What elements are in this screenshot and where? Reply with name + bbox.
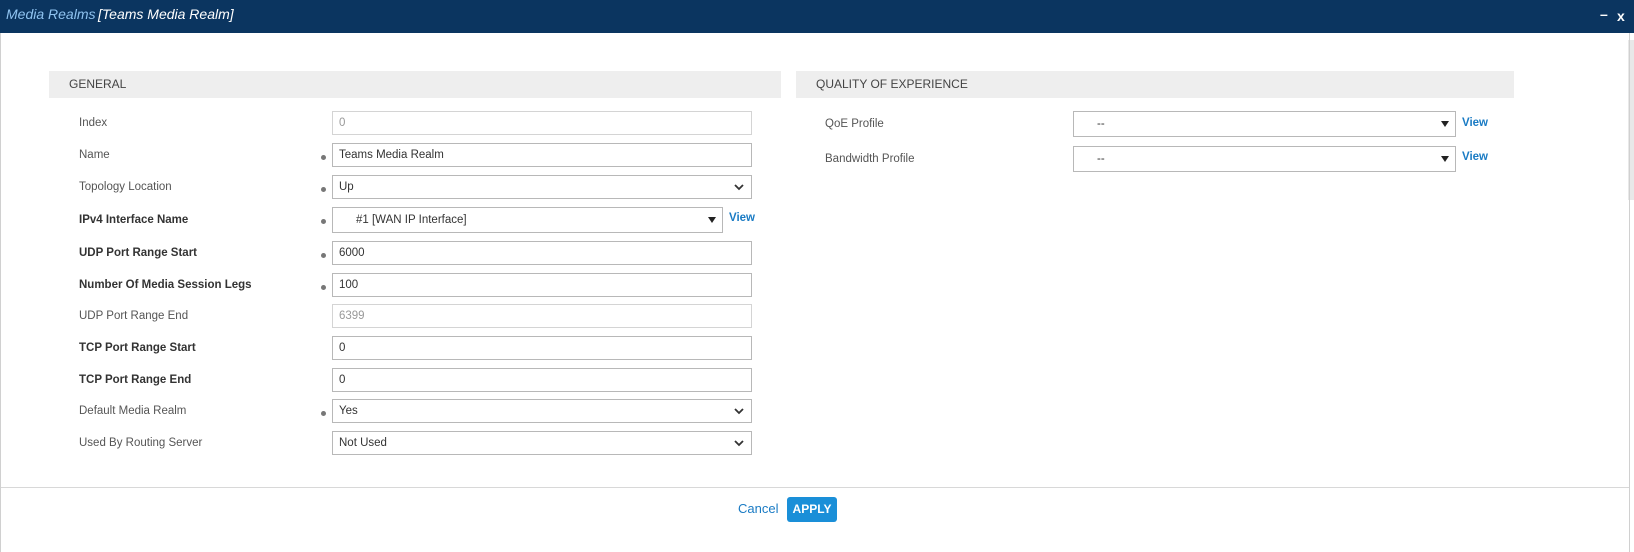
tcp-port-end-input[interactable]: 0 bbox=[332, 368, 752, 392]
dialog-title: [Teams Media Realm] bbox=[98, 6, 234, 22]
bandwidth-profile-view-link[interactable]: View bbox=[1462, 151, 1488, 163]
tcp-port-start-label: TCP Port Range Start bbox=[79, 342, 196, 354]
section-general-heading: GENERAL bbox=[49, 71, 781, 98]
udp-port-start-label: UDP Port Range Start bbox=[79, 247, 198, 259]
qoe-profile-view-link[interactable]: View bbox=[1462, 117, 1488, 129]
minimize-icon[interactable]: – bbox=[1600, 6, 1608, 22]
mandatory-dot-icon bbox=[321, 285, 326, 290]
chevron-down-icon bbox=[734, 408, 744, 415]
bandwidth-profile-value: -- bbox=[1097, 153, 1105, 165]
udp-port-end-field: 6399 bbox=[332, 304, 752, 328]
name-label: Name bbox=[79, 149, 110, 161]
section-qoe-heading: QUALITY OF EXPERIENCE bbox=[796, 71, 1514, 98]
mandatory-dot-icon bbox=[321, 219, 326, 224]
tcp-port-end-label: TCP Port Range End bbox=[79, 374, 192, 386]
udp-port-end-label: UDP Port Range End bbox=[79, 310, 189, 322]
index-label: Index bbox=[79, 117, 108, 129]
bandwidth-profile-label: Bandwidth Profile bbox=[825, 153, 915, 165]
routing-server-select[interactable]: Not Used bbox=[332, 431, 752, 455]
udp-port-start-input[interactable]: 6000 bbox=[332, 241, 752, 265]
ipv4-interface-select[interactable]: #1 [WAN IP Interface] bbox=[332, 207, 723, 233]
footer-divider bbox=[1, 487, 1629, 488]
routing-server-value: Not Used bbox=[339, 437, 387, 449]
mandatory-dot-icon bbox=[321, 253, 326, 258]
topology-location-select[interactable]: Up bbox=[332, 175, 752, 199]
mandatory-dot-icon bbox=[321, 411, 326, 416]
ipv4-interface-value: #1 [WAN IP Interface] bbox=[356, 214, 467, 226]
tcp-port-start-input[interactable]: 0 bbox=[332, 336, 752, 360]
routing-server-label: Used By Routing Server bbox=[79, 437, 203, 449]
default-media-realm-label: Default Media Realm bbox=[79, 405, 187, 417]
qoe-profile-value: -- bbox=[1097, 118, 1105, 130]
default-media-realm-value: Yes bbox=[339, 405, 358, 417]
topology-location-label: Topology Location bbox=[79, 181, 172, 193]
dropdown-arrow-icon bbox=[708, 217, 716, 223]
breadcrumb-media-realms[interactable]: Media Realms bbox=[6, 6, 95, 22]
name-input[interactable]: Teams Media Realm bbox=[332, 143, 752, 167]
mandatory-dot-icon bbox=[321, 155, 326, 160]
dialog-titlebar: Media Realms [Teams Media Realm] – x bbox=[0, 0, 1634, 33]
chevron-down-icon bbox=[734, 184, 744, 191]
index-field: 0 bbox=[332, 111, 752, 135]
cancel-button[interactable]: Cancel bbox=[738, 501, 778, 516]
close-icon[interactable]: x bbox=[1617, 8, 1625, 24]
mandatory-dot-icon bbox=[321, 187, 326, 192]
chevron-down-icon bbox=[734, 440, 744, 447]
ipv4-interface-label: IPv4 Interface Name bbox=[79, 214, 189, 226]
topology-location-value: Up bbox=[339, 181, 354, 193]
default-media-realm-select[interactable]: Yes bbox=[332, 399, 752, 423]
dialog-body: GENERAL Index 0 Name Teams Media Realm T… bbox=[0, 33, 1630, 552]
media-session-legs-label: Number Of Media Session Legs bbox=[79, 279, 252, 291]
dropdown-arrow-icon bbox=[1441, 156, 1449, 162]
qoe-profile-label: QoE Profile bbox=[825, 118, 884, 130]
qoe-profile-select[interactable]: -- bbox=[1073, 111, 1456, 137]
dropdown-arrow-icon bbox=[1441, 121, 1449, 127]
bandwidth-profile-select[interactable]: -- bbox=[1073, 146, 1456, 172]
apply-button[interactable]: APPLY bbox=[787, 497, 837, 522]
ipv4-interface-view-link[interactable]: View bbox=[729, 212, 755, 224]
media-session-legs-input[interactable]: 100 bbox=[332, 273, 752, 297]
